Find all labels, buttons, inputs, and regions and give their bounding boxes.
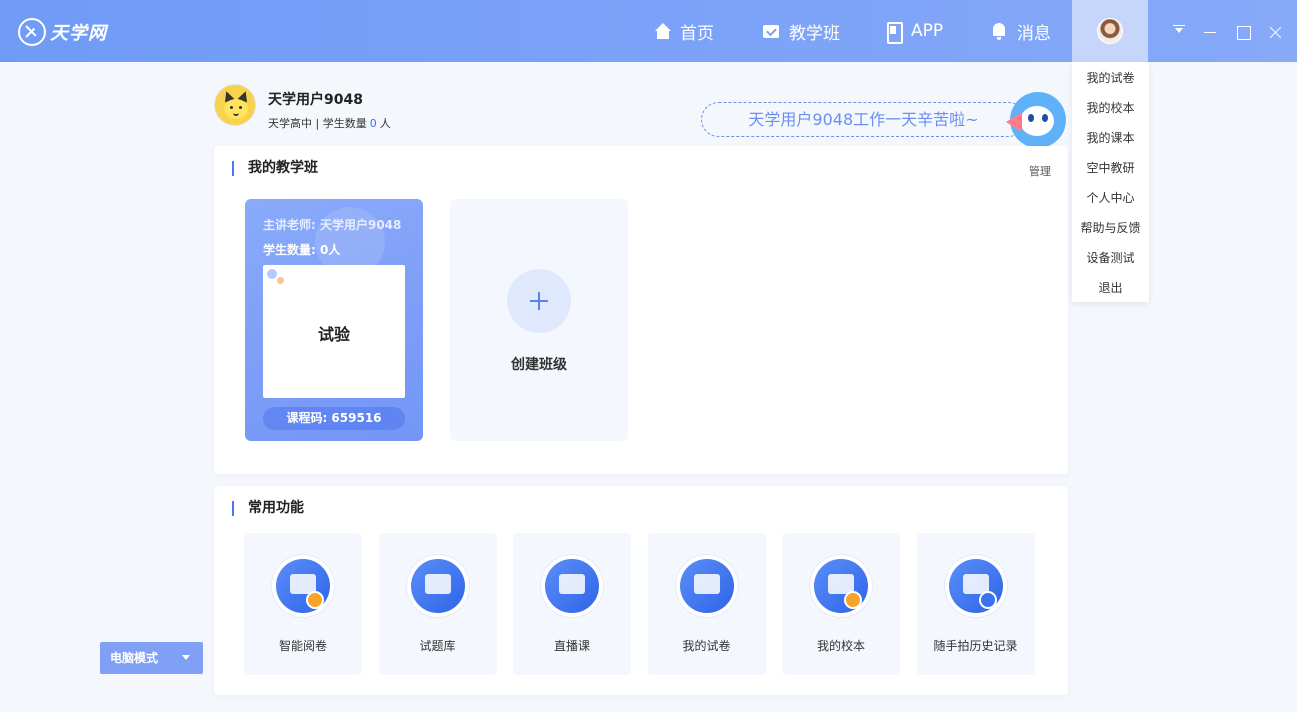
edit-badge-icon bbox=[978, 591, 997, 609]
function-smart-grading[interactable]: 智能阅卷 bbox=[244, 533, 362, 675]
decor-dot-orange bbox=[277, 277, 284, 284]
section-title-classes: 我的教学班 bbox=[232, 161, 318, 176]
create-class-button[interactable]: 创建班级 bbox=[450, 199, 628, 441]
question-bank-icon bbox=[410, 559, 465, 613]
decor-dot-blue bbox=[267, 269, 277, 279]
my-papers-icon bbox=[679, 559, 734, 613]
nav-app-label: APP bbox=[911, 21, 944, 41]
my-classes-card: 我的教学班 管理 主讲老师: 天学用户9048 学生数量: 0人 试验 课程码:… bbox=[214, 146, 1068, 474]
function-label: 我的试卷 bbox=[682, 639, 731, 653]
section-title-functions: 常用功能 bbox=[232, 501, 304, 516]
nav-app[interactable]: APP bbox=[884, 0, 943, 62]
menu-item-personal-center[interactable]: 个人中心 bbox=[1072, 183, 1149, 213]
class-card[interactable]: 主讲老师: 天学用户9048 学生数量: 0人 试验 课程码: 659516 bbox=[245, 199, 423, 441]
nav-home[interactable]: 首页 bbox=[653, 0, 714, 62]
function-my-papers[interactable]: 我的试卷 bbox=[647, 533, 766, 675]
app-logo[interactable]: 天学网 bbox=[18, 17, 107, 47]
live-class-icon bbox=[545, 559, 599, 613]
class-teacher: 主讲老师: 天学用户9048 bbox=[263, 218, 402, 232]
function-photo-history[interactable]: 随手拍历史记录 bbox=[916, 533, 1035, 675]
logo-icon bbox=[18, 18, 46, 46]
menu-item-my-papers[interactable]: 我的试卷 bbox=[1072, 63, 1149, 93]
class-code-badge: 课程码: 659516 bbox=[263, 407, 405, 430]
class-name-panel: 试验 bbox=[263, 265, 405, 398]
user-dropdown-menu: 我的试卷 我的校本 我的课本 空中教研 个人中心 帮助与反馈 设备测试 退出 bbox=[1072, 62, 1149, 302]
menu-item-air-research[interactable]: 空中教研 bbox=[1072, 153, 1149, 183]
profile-school: 天学高中 bbox=[268, 117, 312, 130]
avatar bbox=[1097, 18, 1123, 44]
menu-item-logout[interactable]: 退出 bbox=[1072, 273, 1149, 303]
bell-icon bbox=[990, 22, 1008, 40]
class-icon bbox=[762, 22, 780, 40]
nav-teaching-class[interactable]: 教学班 bbox=[762, 0, 840, 62]
function-list: 智能阅卷 试题库 直播课 我的试卷 我的校本 随手拍历史记录 bbox=[244, 533, 1035, 675]
pen-badge-icon bbox=[306, 591, 324, 609]
mascot-eye-right bbox=[1042, 114, 1048, 122]
profile-students-label: 学生数量 bbox=[322, 117, 367, 130]
function-label: 直播课 bbox=[553, 639, 590, 653]
phone-icon bbox=[884, 22, 903, 44]
mascot-icon bbox=[1006, 92, 1066, 148]
mode-select-button[interactable]: 电脑模式 bbox=[100, 642, 203, 674]
function-label: 随手拍历史记录 bbox=[933, 639, 1018, 653]
mode-label: 电脑模式 bbox=[110, 651, 159, 665]
create-class-label: 创建班级 bbox=[511, 357, 567, 373]
nav-messages[interactable]: 消息 bbox=[990, 0, 1051, 62]
profile-separator: | bbox=[312, 117, 323, 130]
home-icon bbox=[653, 22, 671, 40]
class-name: 试验 bbox=[317, 325, 350, 344]
menu-item-my-textbook[interactable]: 我的课本 bbox=[1072, 123, 1149, 153]
function-label: 我的校本 bbox=[816, 639, 865, 653]
profile-name: 天学用户9048 bbox=[268, 92, 363, 108]
common-functions-card: 常用功能 智能阅卷 试题库 直播课 我的试卷 我的校本 随手拍历史记录 bbox=[214, 486, 1068, 695]
close-icon[interactable] bbox=[1268, 22, 1282, 40]
nav-home-label: 首页 bbox=[680, 23, 714, 44]
megaphone-icon bbox=[1006, 112, 1022, 132]
class-students: 学生数量: 0人 bbox=[263, 243, 341, 257]
function-school-book[interactable]: 我的校本 bbox=[782, 533, 900, 675]
chevron-down-icon bbox=[182, 655, 190, 660]
function-label: 试题库 bbox=[419, 639, 456, 653]
nav-messages-label: 消息 bbox=[1017, 23, 1051, 44]
logo-text: 天学网 bbox=[50, 23, 107, 44]
maximize-icon[interactable] bbox=[1237, 22, 1251, 40]
menu-item-my-school-book[interactable]: 我的校本 bbox=[1072, 93, 1149, 123]
function-live-class[interactable]: 直播课 bbox=[513, 533, 631, 675]
mascot-eye-left bbox=[1028, 114, 1034, 122]
minimize-icon[interactable] bbox=[1204, 22, 1218, 40]
profile-avatar[interactable] bbox=[214, 84, 256, 126]
menu-item-device-test[interactable]: 设备测试 bbox=[1072, 243, 1149, 273]
greeting-banner: 天学用户9048工作一天辛苦啦~ bbox=[701, 102, 1026, 137]
function-question-bank[interactable]: 试题库 bbox=[378, 533, 497, 675]
profile-students-count: 0 bbox=[369, 117, 377, 130]
search-badge-icon bbox=[844, 591, 862, 609]
nav-class-label: 教学班 bbox=[789, 23, 840, 44]
profile-students-unit: 人 bbox=[379, 117, 391, 130]
top-header: 天学网 首页 教学班 APP 消息 bbox=[0, 0, 1297, 62]
menu-item-help-feedback[interactable]: 帮助与反馈 bbox=[1072, 213, 1149, 243]
user-avatar-button[interactable] bbox=[1072, 0, 1148, 62]
plus-icon bbox=[507, 269, 571, 333]
window-menu-icon[interactable] bbox=[1173, 22, 1187, 40]
function-label: 智能阅卷 bbox=[278, 639, 327, 653]
avatar-face bbox=[224, 99, 248, 119]
profile-meta: 天学高中 | 学生数量 0 人 bbox=[268, 115, 391, 131]
manage-link[interactable]: 管理 bbox=[1029, 163, 1051, 179]
